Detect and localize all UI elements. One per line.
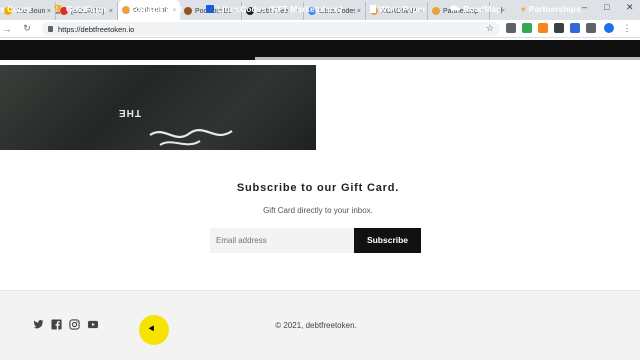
email-input[interactable] <box>210 228 354 253</box>
minimize-button[interactable]: – <box>582 2 587 12</box>
signature-graphic <box>149 129 233 146</box>
nav-item-partnerships[interactable]: ♥ Partnerships <box>521 4 581 14</box>
nav-item-label: Libra.Codes (NFT Marketplace) <box>217 4 343 14</box>
lock-icon <box>48 26 53 32</box>
nav-item-count[interactable]: s Count <box>0 4 32 14</box>
extensions-menu-icon[interactable] <box>586 23 596 33</box>
browser-menu-icon[interactable]: ⋮ <box>622 23 632 33</box>
nav-scroll-indicator <box>255 57 640 60</box>
nav-item-label: Coinsbit CEX <box>129 4 183 14</box>
extension-icon[interactable] <box>570 23 580 33</box>
newsletter-title: Subscribe to our Gift Card. <box>236 182 400 194</box>
nav-item-label: s Count <box>0 4 32 14</box>
tab-close-icon[interactable]: × <box>109 8 113 15</box>
profile-avatar[interactable] <box>604 23 614 33</box>
tab-favicon-icon <box>432 7 440 15</box>
subscribe-button[interactable]: Subscribe <box>354 228 421 253</box>
extension-grammarly-icon[interactable] <box>522 23 532 33</box>
copyright-text: © 2021, debtfreetoken. <box>275 321 357 330</box>
back-arrow-icon[interactable]: → <box>0 24 14 34</box>
nav-item-coinsbit[interactable]: Coinsbit CEX <box>129 4 183 14</box>
libra-icon <box>206 5 214 13</box>
nav-item-whitepaper[interactable]: WhitePaper <box>370 4 426 14</box>
document-icon <box>370 5 376 13</box>
bookmark-star-icon[interactable]: ☆ <box>486 23 494 34</box>
tab-close-icon[interactable]: × <box>357 8 361 15</box>
nav-item-label: RoadMap <box>463 4 502 14</box>
reload-icon[interactable]: ↻ <box>20 23 34 34</box>
extension-icon[interactable] <box>554 23 564 33</box>
nav-item-label: WhitePaper <box>379 4 426 14</box>
nav-item-label: Partnerships <box>528 4 581 14</box>
tab-close-icon[interactable]: × <box>47 8 51 15</box>
address-bar[interactable]: https://debtfreetoken.io ☆ <box>42 22 500 36</box>
map-icon: ⛟ <box>450 4 461 13</box>
nav-item-label: GoldFarm <box>65 4 107 14</box>
nav-item-roadmap[interactable]: ⛟ RoadMap <box>450 4 501 14</box>
newsletter-subtitle: Gift Card directly to your inbox. <box>263 206 373 215</box>
extension-puzzle-icon[interactable] <box>506 23 516 33</box>
close-window-button[interactable]: ✕ <box>626 2 634 13</box>
maximize-button[interactable]: □ <box>604 2 609 12</box>
tab-favicon-icon <box>184 7 192 15</box>
product-image: THE <box>0 65 316 150</box>
address-url: https://debtfreetoken.io <box>58 24 135 34</box>
handshake-icon: ♥ <box>521 4 526 14</box>
nav-item-goldfarm[interactable]: 🏆 GoldFarm <box>53 4 106 14</box>
nav-item-libra-codes[interactable]: Libra.Codes (NFT Marketplace) <box>206 4 342 14</box>
extension-metamask-icon[interactable] <box>538 23 548 33</box>
trophy-icon: 🏆 <box>53 4 63 14</box>
